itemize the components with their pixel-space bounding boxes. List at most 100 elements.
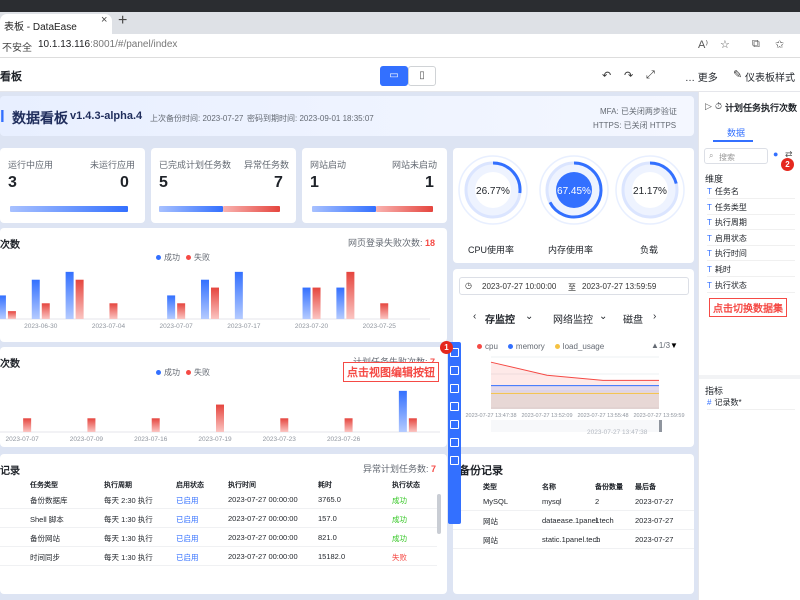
bar-fail[interactable] — [7, 311, 16, 319]
read-aloud-icon[interactable]: A⁾ — [698, 38, 708, 51]
more-button[interactable]: … 更多 — [685, 69, 718, 84]
bar-fail[interactable] — [177, 303, 186, 319]
step-badge-1: 1 — [440, 341, 453, 354]
bar-fail[interactable] — [346, 271, 355, 319]
table-cell: Shell 脚本 — [30, 515, 64, 524]
table-row[interactable] — [0, 509, 437, 528]
new-tab-icon[interactable]: + — [118, 12, 127, 30]
monitor-card[interactable]: ◷ 2023-07-27 10:00:00 至 2023-07-27 13:59… — [453, 269, 694, 447]
favorite-star-icon[interactable]: ☆ — [720, 38, 730, 51]
download-icon[interactable] — [450, 438, 459, 447]
bar-success[interactable] — [0, 295, 6, 319]
link-icon[interactable] — [450, 402, 459, 411]
text-type-icon: T — [707, 187, 712, 196]
url-text[interactable]: 10.1.13.116:8001/#/panel/index — [38, 39, 177, 50]
fullscreen-icon[interactable]: ⤢ — [646, 69, 655, 82]
bar-success[interactable] — [336, 287, 345, 319]
bar-success[interactable] — [31, 279, 40, 319]
kpi-card-apps[interactable]: 运行中应用 未运行应用 3 0 — [0, 148, 145, 223]
bar-fail[interactable] — [344, 418, 353, 432]
desktop-view-button[interactable]: ▭ — [380, 66, 408, 86]
text-type-icon: T — [707, 280, 712, 290]
bar-fail[interactable] — [380, 303, 389, 319]
redo-icon[interactable]: ↷ — [624, 69, 633, 82]
move-icon[interactable] — [450, 384, 459, 393]
copy-icon[interactable] — [450, 420, 459, 429]
mobile-view-button[interactable]: ▯ — [408, 66, 436, 86]
bar-success[interactable] — [65, 271, 74, 319]
column-header[interactable]: 备份数量 — [595, 482, 623, 492]
column-header[interactable]: 执行周期 — [104, 480, 132, 490]
bar-success[interactable] — [201, 279, 209, 319]
dimension-field[interactable]: T 执行时间 — [707, 247, 795, 262]
bar-success[interactable] — [398, 390, 407, 432]
gauge-card[interactable]: 26.77% 67.45% 21.17% CPU使用率 内存使用率 负载 — [453, 148, 694, 263]
bar-fail[interactable] — [75, 279, 84, 319]
table-cell: 2023-07-27 — [635, 516, 674, 525]
login-chart-card[interactable]: 次数 网页登录失败次数: 18 成功 失败 2023-06-30 2023-07-0… — [0, 228, 447, 342]
dimension-field[interactable]: T 执行状态 — [707, 279, 795, 293]
tab-close-icon[interactable]: × — [101, 14, 107, 26]
panel-splitter[interactable] — [699, 375, 800, 379]
column-header[interactable]: 耗时 — [318, 480, 332, 490]
backup-records-card[interactable]: 备份记录 类型 名称 备份数量 最后备 MySQL mysql 2 2023-07-27 网站 d… — [453, 454, 694, 594]
browser-tab[interactable]: 表板 - DataEase × — [0, 14, 112, 34]
bar-fail[interactable] — [23, 418, 32, 432]
collections-icon[interactable]: ⧉ — [752, 38, 760, 51]
search-input[interactable]: ⌕ 搜索 — [704, 148, 768, 164]
column-header[interactable]: 最后备 — [635, 482, 656, 492]
table-scrollbar[interactable] — [437, 494, 441, 534]
chart-edit-toolbar[interactable] — [448, 342, 461, 524]
metric-field[interactable]: # 记录数* — [707, 396, 795, 410]
table-cell: 2023-07-27 00:00:00 — [228, 495, 298, 504]
column-header[interactable]: 名称 — [542, 482, 556, 492]
kpi-card-tasks[interactable]: 已完成计划任务数 异常任务数 5 7 — [151, 148, 296, 223]
bar-fail[interactable] — [151, 418, 160, 432]
bar-success[interactable] — [167, 295, 176, 319]
bar-fail[interactable] — [408, 418, 417, 432]
collapse-icon[interactable]: ▷ — [705, 101, 712, 112]
bar-success[interactable] — [234, 271, 243, 319]
dimension-field[interactable]: T 任务类型 — [707, 201, 795, 215]
task-records-card[interactable]: 记录 异常计划任务数: 7 任务类型 执行周期 启用状态 执行时间 耗时 执行状态 备份数据… — [0, 454, 447, 594]
favorites-bar-icon[interactable]: ✩ — [775, 38, 784, 51]
bar-fail[interactable] — [312, 287, 321, 319]
dimension-field[interactable]: T 执行周期 — [707, 216, 795, 231]
insecure-label[interactable]: 不安全 — [2, 39, 32, 54]
bar-fail[interactable] — [109, 303, 118, 319]
url-path: :8001/#/panel/index — [90, 39, 178, 50]
delete-icon[interactable] — [450, 456, 459, 465]
bar-fail[interactable] — [87, 418, 96, 432]
column-header[interactable]: 执行状态 — [392, 480, 420, 490]
gauge-label: 负载 — [640, 245, 659, 255]
x-tick-label: 2023-07-26 — [327, 436, 361, 443]
dimension-field[interactable]: T 启用状态 — [707, 232, 795, 246]
phone-icon: ▯ — [419, 70, 425, 81]
bar-success[interactable] — [302, 287, 311, 319]
abnormal-task-stat: 异常计划任务数: 7 — [363, 462, 436, 475]
table-row[interactable] — [0, 547, 437, 566]
dimension-field[interactable]: T 耗时 — [707, 263, 795, 277]
panel-style-button[interactable]: 仪表板样式 — [745, 69, 795, 84]
bar-fail[interactable] — [216, 404, 224, 432]
table-cell: 网站 — [483, 517, 498, 526]
undo-icon[interactable]: ↶ — [602, 69, 611, 82]
column-header[interactable]: 启用状态 — [176, 480, 204, 490]
dashboard-header[interactable]: l 数据看板 v1.4.3-alpha.4 上次备份时间: 2023-07-27… — [0, 96, 694, 136]
add-field-icon[interactable]: ● — [773, 149, 778, 159]
bar-fail[interactable] — [41, 303, 50, 319]
dimension-field[interactable]: T 任务名 — [707, 185, 795, 199]
column-header[interactable]: 执行时间 — [228, 480, 256, 490]
x-tick-label: 2023-07-16 — [134, 436, 168, 443]
grid-icon[interactable] — [450, 366, 459, 375]
bar-fail[interactable] — [211, 287, 219, 319]
login-bar-chart: 2023-06-30 2023-07-04 2023-07-07 2023-07-17… — [0, 271, 430, 330]
kpi-card-websites[interactable]: 网站启动 网站未启动 1 1 — [302, 148, 447, 223]
column-header[interactable]: 任务类型 — [30, 480, 58, 490]
browser-tab-bar: 表板 - DataEase × + — [0, 12, 800, 34]
table-row[interactable] — [0, 528, 437, 547]
column-header[interactable]: 类型 — [483, 482, 497, 492]
bar-fail[interactable] — [280, 418, 289, 432]
address-bar[interactable]: 不安全 10.1.13.116:8001/#/panel/index A⁾ ☆ … — [0, 34, 800, 58]
tab-data[interactable]: 数据 — [727, 126, 745, 139]
